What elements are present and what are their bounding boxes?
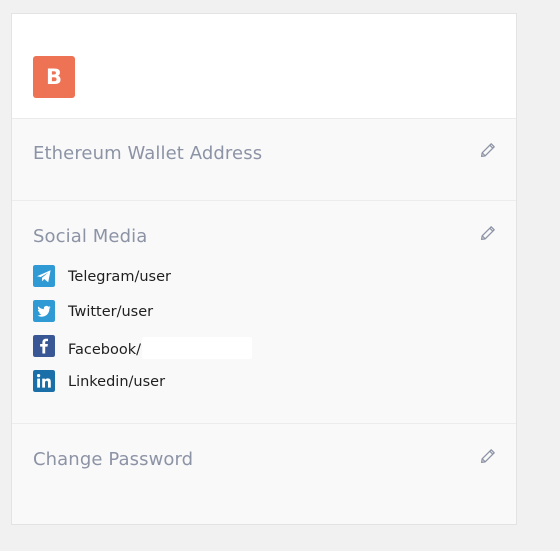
wallet-section-title: Ethereum Wallet Address — [33, 143, 263, 164]
social-text-linkedin: Linkedin/user — [68, 374, 166, 390]
facebook-handle-redaction — [142, 337, 253, 359]
telegram-icon — [33, 265, 55, 287]
twitter-icon — [33, 300, 55, 322]
social-text-facebook-label: Facebook/ — [68, 342, 142, 358]
avatar: B — [33, 56, 75, 98]
facebook-icon — [33, 335, 55, 357]
social-media-section: Social Media Telegram/user Twitter/user — [12, 202, 516, 424]
edit-password-pencil-icon[interactable] — [480, 448, 496, 464]
edit-wallet-pencil-icon[interactable] — [480, 142, 496, 158]
profile-header: B — [12, 14, 516, 119]
edit-social-pencil-icon[interactable] — [480, 225, 496, 241]
change-password-section: Change Password — [12, 425, 516, 524]
social-text-telegram: Telegram/user — [68, 269, 171, 285]
social-media-section-title: Social Media — [33, 226, 148, 247]
social-text-twitter: Twitter/user — [68, 304, 154, 320]
linkedin-icon — [33, 370, 55, 392]
profile-card: B Ethereum Wallet Address Social Media T… — [11, 13, 517, 525]
social-text-facebook: Facebook/ — [68, 337, 253, 361]
change-password-section-title: Change Password — [33, 449, 194, 470]
wallet-section: Ethereum Wallet Address — [12, 119, 516, 201]
